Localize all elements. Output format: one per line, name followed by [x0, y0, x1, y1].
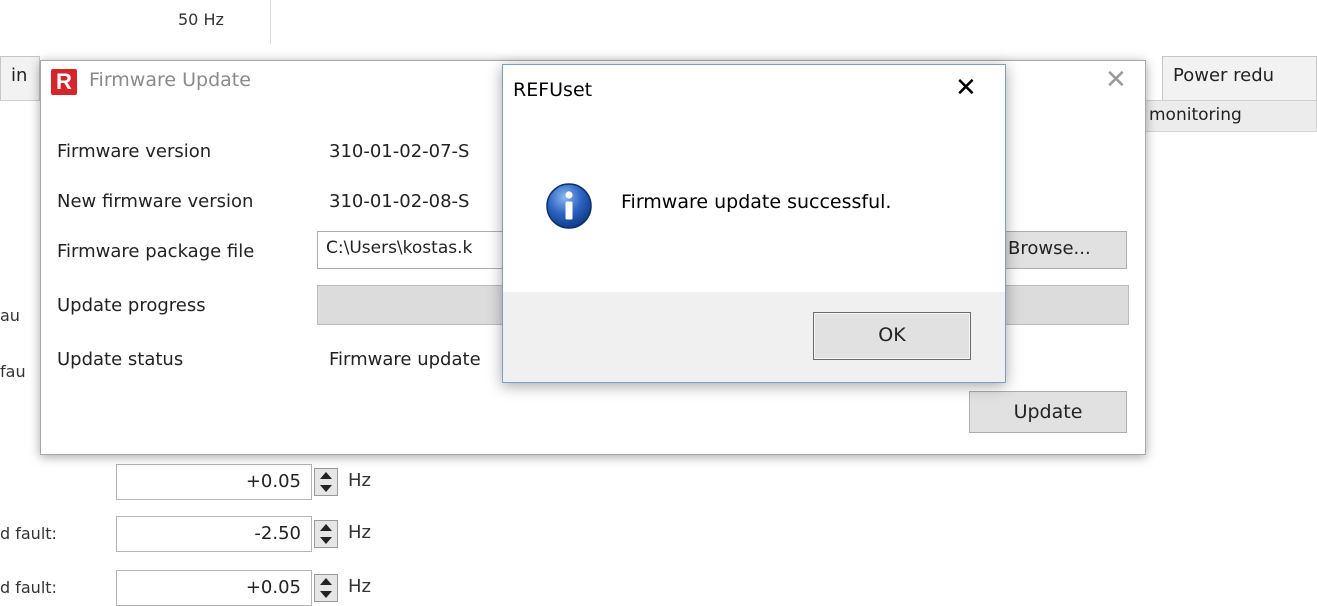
frequency-cell: 50 Hz — [0, 0, 271, 44]
tab-partial-left[interactable]: in — [0, 56, 40, 100]
row-label-2: d fault: — [0, 524, 57, 543]
new-firmware-version-label: New firmware version — [57, 191, 254, 212]
ok-button[interactable]: OK — [813, 312, 971, 360]
subtab-monitoring[interactable]: monitoring — [1140, 100, 1317, 132]
message-box: REFUset ✕ Firmware update successful. OK — [502, 64, 1006, 383]
update-progress-label: Update progress — [57, 295, 206, 316]
row-label-3: d fault: — [0, 578, 57, 597]
unit-label-3: Hz — [348, 576, 371, 597]
message-text: Firmware update successful. — [621, 191, 892, 213]
message-box-title: REFUset — [513, 79, 593, 101]
update-status-label: Update status — [57, 349, 184, 370]
spinner-1[interactable] — [314, 468, 338, 496]
spinner-2[interactable] — [314, 520, 338, 548]
update-status-value: Firmware update — [329, 349, 481, 370]
firmware-version-value: 310-01-02-07-S — [329, 141, 470, 162]
freq-input-2[interactable]: -2.50 — [116, 516, 312, 552]
package-file-label: Firmware package file — [57, 241, 255, 262]
browse-button[interactable]: Browse... — [999, 231, 1127, 269]
info-icon — [546, 183, 592, 229]
unit-label-2: Hz — [348, 522, 371, 543]
close-icon[interactable]: ✕ — [955, 73, 977, 103]
freq-input-1[interactable]: +0.05 — [116, 464, 312, 500]
dialog-title: Firmware Update — [89, 69, 251, 91]
unit-label-1: Hz — [348, 470, 371, 491]
close-icon[interactable]: ✕ — [1105, 65, 1127, 95]
frequency-value: 50 Hz — [178, 10, 224, 29]
freq-input-3[interactable]: +0.05 — [116, 570, 312, 606]
firmware-version-label: Firmware version — [57, 141, 212, 162]
tab-label: Power redu — [1173, 65, 1275, 86]
new-firmware-version-value: 310-01-02-08-S — [329, 191, 470, 212]
tab-label: in — [11, 65, 28, 86]
partial-label-2: fau — [0, 362, 26, 381]
spinner-3[interactable] — [314, 574, 338, 602]
tab-power-reduction[interactable]: Power redu — [1162, 56, 1317, 100]
refu-logo-icon: R — [51, 69, 77, 95]
partial-label-1: au — [0, 306, 20, 325]
subtab-label: monitoring — [1149, 105, 1242, 125]
update-button[interactable]: Update — [969, 391, 1127, 433]
